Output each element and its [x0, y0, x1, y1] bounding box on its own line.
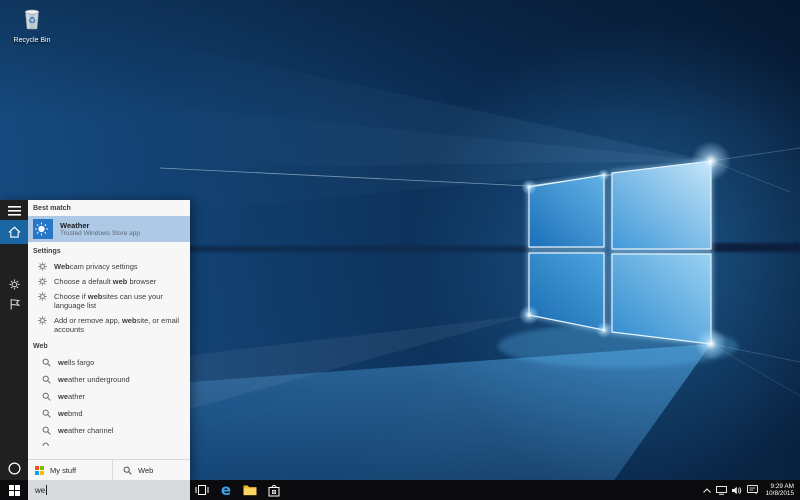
web-suggestion-item[interactable]: weather [28, 388, 190, 405]
action-center-button[interactable] [747, 485, 758, 495]
settings-result-item[interactable]: Webcam privacy settings [28, 259, 190, 274]
search-icon [42, 442, 51, 446]
gear-icon [38, 262, 47, 271]
web-suggestion-text: weather [58, 392, 85, 401]
text-cursor [46, 485, 47, 495]
my-stuff-label: My stuff [50, 466, 76, 475]
settings-result-item[interactable]: Add or remove app, website, or email acc… [28, 313, 190, 337]
web-search-button[interactable]: Web [113, 460, 190, 480]
settings-result-item[interactable]: Choose if websites can use your language… [28, 289, 190, 313]
recycle-bin-label: Recycle Bin [8, 37, 56, 44]
web-suggestion-text: webmd [58, 409, 83, 418]
windows-color-logo-icon [35, 466, 44, 475]
settings-result-item[interactable]: Choose a default web browser [28, 274, 190, 289]
web-suggestion-item[interactable]: webmd [28, 405, 190, 422]
start-icon [9, 485, 20, 496]
web-button-label: Web [138, 466, 153, 475]
store-icon [268, 484, 280, 497]
search-rail [0, 200, 28, 480]
speaker-icon [732, 486, 742, 495]
web-suggestion-item[interactable]: weather underground [28, 371, 190, 388]
task-view-icon [195, 484, 209, 496]
search-results: Best match Weather Trusted Windows Store… [28, 200, 190, 480]
gear-icon [38, 277, 47, 286]
clock-date: 10/8/2015 [766, 490, 794, 498]
show-hidden-icons-button[interactable] [703, 488, 711, 493]
menu-icon [8, 206, 21, 216]
recycle-bin-shortcut[interactable]: ♻ Recycle Bin [8, 5, 56, 44]
taskbar: we e [0, 480, 800, 500]
search-input-value: we [35, 486, 45, 495]
network-status-button[interactable] [716, 486, 727, 495]
web-header: Web [28, 337, 190, 354]
best-match-title: Weather [60, 221, 140, 230]
best-match-result-weather[interactable]: Weather Trusted Windows Store app [28, 216, 190, 242]
taskbar-clock[interactable]: 9:29 AM 10/8/2015 [763, 483, 797, 498]
file-explorer-icon [243, 484, 257, 496]
web-suggestion-text: weather channel [58, 426, 113, 435]
settings-result-text: Add or remove app, website, or email acc… [54, 316, 182, 334]
settings-header: Settings [28, 242, 190, 259]
web-suggestion-item[interactable]: weather channel [28, 422, 190, 439]
gear-icon [9, 279, 20, 290]
network-icon [716, 486, 727, 495]
task-view-button[interactable] [190, 480, 214, 500]
search-icon [42, 375, 51, 384]
home-icon [8, 226, 21, 238]
volume-button[interactable] [732, 486, 742, 495]
best-match-subtitle: Trusted Windows Store app [60, 230, 140, 238]
action-center-icon [747, 485, 758, 495]
hamburger-menu-button[interactable] [0, 204, 28, 218]
rail-home-button[interactable] [0, 220, 28, 244]
web-suggestion-partial[interactable] [28, 439, 190, 446]
start-button[interactable] [0, 480, 28, 500]
gear-icon [38, 316, 47, 325]
recycle-bin-icon: ♻ [19, 5, 45, 31]
weather-app-icon [33, 219, 53, 239]
system-tray: 9:29 AM 10/8/2015 [703, 483, 800, 498]
chevron-up-icon [703, 488, 711, 493]
web-suggestion-text: wells fargo [58, 358, 94, 367]
web-suggestion-text: weather underground [58, 375, 130, 384]
svg-text:♻: ♻ [28, 16, 36, 26]
best-match-header: Best match [28, 200, 190, 216]
edge-icon: e [221, 483, 231, 498]
search-icon [42, 392, 51, 401]
search-flyout: Best match Weather Trusted Windows Store… [0, 200, 190, 480]
settings-result-text: Webcam privacy settings [54, 262, 138, 271]
clock-time: 9:29 AM [766, 483, 794, 491]
rail-settings-button[interactable] [0, 276, 28, 292]
edge-browser-button[interactable]: e [214, 480, 238, 500]
search-icon [42, 426, 51, 435]
web-suggestion-list: wells fargo weather underground weather [28, 354, 190, 439]
cortana-circle-icon [8, 462, 21, 475]
my-stuff-button[interactable]: My stuff [28, 460, 113, 480]
rail-cortana-button[interactable] [0, 460, 28, 476]
gear-icon [38, 292, 47, 301]
search-icon [42, 358, 51, 367]
windows-desktop: ♻ Recycle Bin [0, 0, 800, 500]
search-icon [42, 409, 51, 418]
web-suggestion-item[interactable]: wells fargo [28, 354, 190, 371]
taskbar-search-input[interactable]: we [28, 480, 190, 500]
file-explorer-button[interactable] [238, 480, 262, 500]
search-icon [123, 466, 132, 475]
settings-result-list: Webcam privacy settings Choose a default… [28, 259, 190, 337]
feedback-flag-icon [9, 298, 20, 310]
search-footer: My stuff Web [28, 459, 190, 480]
store-button[interactable] [262, 480, 286, 500]
settings-result-text: Choose a default web browser [54, 277, 156, 286]
settings-result-text: Choose if websites can use your language… [54, 292, 182, 310]
rail-feedback-button[interactable] [0, 296, 28, 312]
